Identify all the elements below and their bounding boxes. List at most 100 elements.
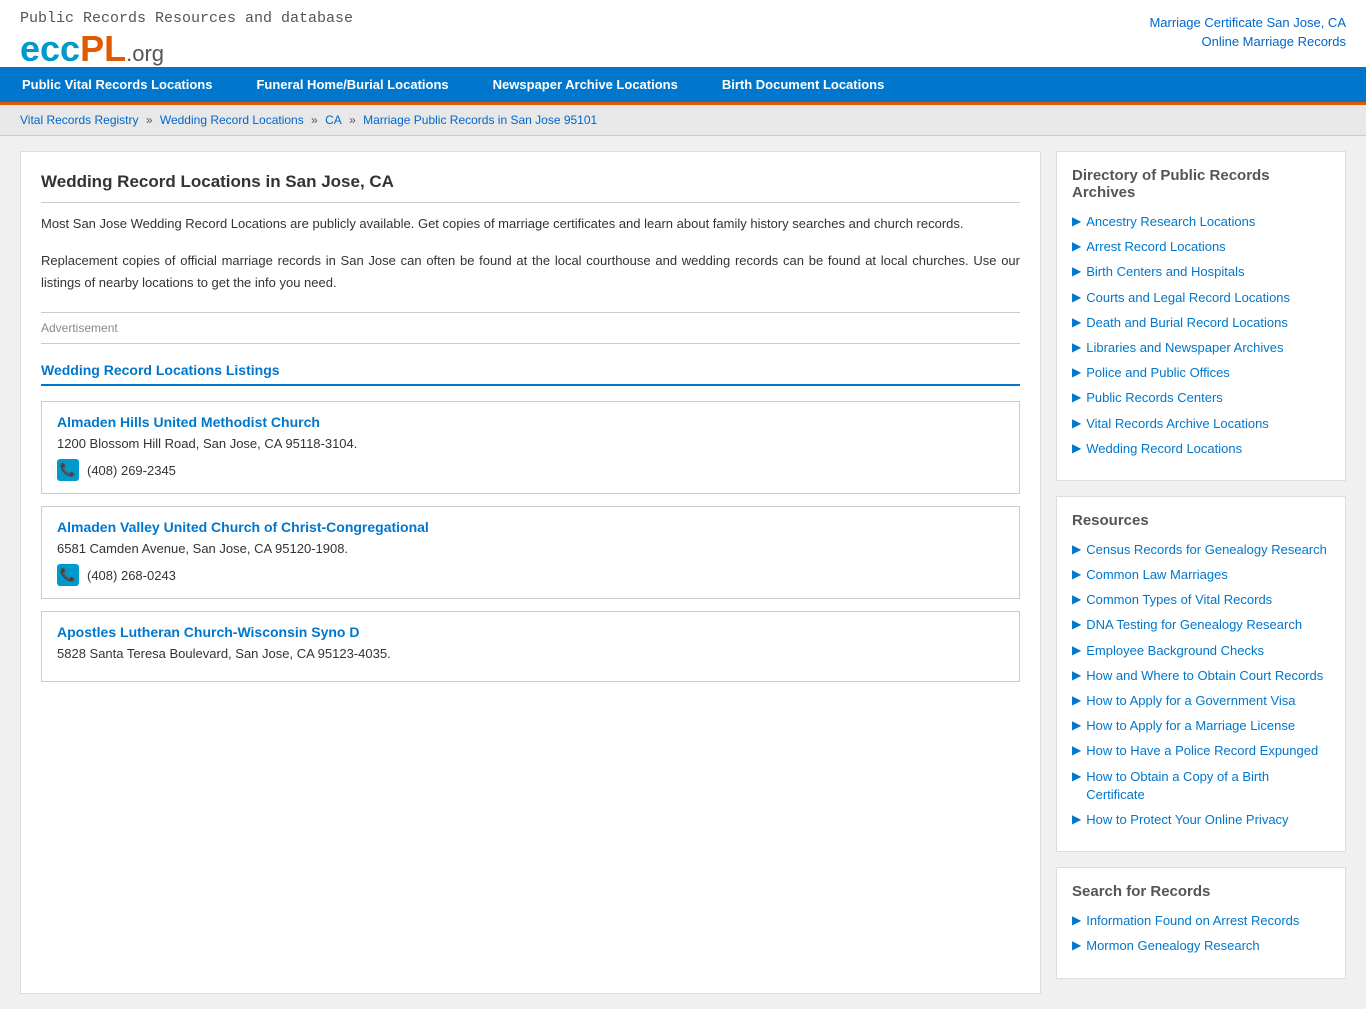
- sidebar-link[interactable]: Common Law Marriages: [1086, 566, 1228, 584]
- sidebar-link[interactable]: How to Obtain a Copy of a Birth Certific…: [1086, 768, 1330, 804]
- listing-phone: 📞 (408) 268-0243: [57, 564, 1004, 586]
- sidebar-directory-links: ▶Ancestry Research Locations▶Arrest Reco…: [1072, 213, 1330, 458]
- arrow-icon: ▶: [1072, 315, 1081, 329]
- sidebar-link-item: ▶ Birth Centers and Hospitals: [1072, 263, 1330, 281]
- sidebar-link[interactable]: How to Apply for a Marriage License: [1086, 717, 1295, 735]
- sidebar-link[interactable]: Public Records Centers: [1086, 389, 1223, 407]
- breadcrumb-separator: »: [346, 113, 359, 127]
- arrow-icon: ▶: [1072, 290, 1081, 304]
- listings-title: Wedding Record Locations Listings: [41, 362, 1020, 386]
- listing-card: Almaden Hills United Methodist Church120…: [41, 401, 1020, 494]
- arrow-icon: ▶: [1072, 567, 1081, 581]
- arrow-icon: ▶: [1072, 239, 1081, 253]
- header-links: Marriage Certificate San Jose, CA Online …: [1149, 10, 1346, 53]
- listing-name[interactable]: Almaden Valley United Church of Christ-C…: [57, 519, 1004, 535]
- arrow-icon: ▶: [1072, 643, 1081, 657]
- logo-ecc: ecc: [20, 28, 80, 69]
- sidebar-resources-box: Resources ▶Census Records for Genealogy …: [1056, 496, 1346, 852]
- sidebar-link[interactable]: Birth Centers and Hospitals: [1086, 263, 1244, 281]
- logo: eccPL.org: [20, 31, 353, 67]
- sidebar-link[interactable]: Census Records for Genealogy Research: [1086, 541, 1327, 559]
- sidebar-link-item: ▶ Wedding Record Locations: [1072, 440, 1330, 458]
- logo-area: Public Records Resources and database ec…: [20, 10, 353, 67]
- listing-name[interactable]: Apostles Lutheran Church-Wisconsin Syno …: [57, 624, 1004, 640]
- sidebar-link-item: ▶ How to Protect Your Online Privacy: [1072, 811, 1330, 829]
- nav-item[interactable]: Newspaper Archive Locations: [471, 67, 700, 102]
- nav-item[interactable]: Birth Document Locations: [700, 67, 907, 102]
- arrow-icon: ▶: [1072, 743, 1081, 757]
- sidebar-link[interactable]: Death and Burial Record Locations: [1086, 314, 1288, 332]
- sidebar-link[interactable]: How and Where to Obtain Court Records: [1086, 667, 1323, 685]
- sidebar-link-item: ▶ Arrest Record Locations: [1072, 238, 1330, 256]
- arrow-icon: ▶: [1072, 416, 1081, 430]
- arrow-icon: ▶: [1072, 769, 1081, 783]
- breadcrumb-item[interactable]: Wedding Record Locations: [160, 113, 304, 127]
- sidebar-link[interactable]: Common Types of Vital Records: [1086, 591, 1272, 609]
- breadcrumb-item[interactable]: Marriage Public Records in San Jose 9510…: [363, 113, 597, 127]
- sidebar-search-box: Search for Records ▶Information Found on…: [1056, 867, 1346, 978]
- phone-icon: 📞: [57, 459, 79, 481]
- sidebar-link[interactable]: Vital Records Archive Locations: [1086, 415, 1269, 433]
- breadcrumb-item[interactable]: CA: [325, 113, 342, 127]
- breadcrumb: Vital Records Registry » Wedding Record …: [0, 105, 1366, 136]
- sidebar-link-item: ▶Ancestry Research Locations: [1072, 213, 1330, 231]
- sidebar-link-item: ▶ Employee Background Checks: [1072, 642, 1330, 660]
- sidebar-link[interactable]: Information Found on Arrest Records: [1086, 912, 1299, 930]
- arrow-icon: ▶: [1072, 718, 1081, 732]
- sidebar-link[interactable]: How to Protect Your Online Privacy: [1086, 811, 1288, 829]
- arrow-icon: ▶: [1072, 913, 1081, 927]
- header-link[interactable]: Online Marriage Records: [1149, 34, 1346, 49]
- sidebar-link[interactable]: Arrest Record Locations: [1086, 238, 1225, 256]
- sidebar-link[interactable]: How to Have a Police Record Expunged: [1086, 742, 1318, 760]
- sidebar-search-links: ▶ Information Found on Arrest Records ▶Mor…: [1072, 912, 1330, 955]
- sidebar-link[interactable]: Mormon Genealogy Research: [1086, 937, 1259, 955]
- arrow-icon: ▶: [1072, 340, 1081, 354]
- phone-number: (408) 268-0243: [87, 568, 176, 583]
- sidebar-link-item: ▶ Courts and Legal Record Locations: [1072, 289, 1330, 307]
- sidebar-link[interactable]: Police and Public Offices: [1086, 364, 1230, 382]
- listing-name[interactable]: Almaden Hills United Methodist Church: [57, 414, 1004, 430]
- sidebar-resources-links: ▶ Census Records for Genealogy Research ▶ C…: [1072, 541, 1330, 829]
- sidebar-link-item: ▶ Common Law Marriages: [1072, 566, 1330, 584]
- sidebar-directory-title: Directory of Public Records Archives: [1072, 167, 1330, 201]
- advertisement-bar: Advertisement: [41, 312, 1020, 344]
- phone-number: (408) 269-2345: [87, 463, 176, 478]
- sidebar-link[interactable]: Employee Background Checks: [1086, 642, 1264, 660]
- sidebar-link[interactable]: How to Apply for a Government Visa: [1086, 692, 1295, 710]
- breadcrumb-separator: »: [308, 113, 321, 127]
- arrow-icon: ▶: [1072, 812, 1081, 826]
- sidebar-link[interactable]: DNA Testing for Genealogy Research: [1086, 616, 1302, 634]
- sidebar-link-item: ▶ Libraries and Newspaper Archives: [1072, 339, 1330, 357]
- sidebar-link[interactable]: Wedding Record Locations: [1086, 440, 1242, 458]
- header-link[interactable]: Marriage Certificate San Jose, CA: [1149, 15, 1346, 30]
- sidebar-link[interactable]: Ancestry Research Locations: [1086, 213, 1255, 231]
- nav-item[interactable]: Public Vital Records Locations: [0, 67, 234, 102]
- nav-item[interactable]: Funeral Home/Burial Locations: [234, 67, 470, 102]
- sidebar-link-item: ▶ How to Obtain a Copy of a Birth Certifi…: [1072, 768, 1330, 804]
- phone-icon: 📞: [57, 564, 79, 586]
- content-desc1: Most San Jose Wedding Record Locations a…: [41, 213, 1020, 235]
- sidebar-link-item: ▶ DNA Testing for Genealogy Research: [1072, 616, 1330, 634]
- tagline: Public Records Resources and database: [20, 10, 353, 27]
- arrow-icon: ▶: [1072, 617, 1081, 631]
- arrow-icon: ▶: [1072, 441, 1081, 455]
- header: Public Records Resources and database ec…: [0, 0, 1366, 67]
- arrow-icon: ▶: [1072, 390, 1081, 404]
- sidebar-link[interactable]: Courts and Legal Record Locations: [1086, 289, 1290, 307]
- arrow-icon: ▶: [1072, 542, 1081, 556]
- main-layout: Wedding Record Locations in San Jose, CA…: [0, 136, 1366, 1009]
- sidebar-link-item: ▶ Public Records Centers: [1072, 389, 1330, 407]
- sidebar-link-item: ▶Mormon Genealogy Research: [1072, 937, 1330, 955]
- breadcrumb-item[interactable]: Vital Records Registry: [20, 113, 139, 127]
- sidebar-link-item: ▶ How to Apply for a Marriage License: [1072, 717, 1330, 735]
- sidebar-link-item: ▶ How to Have a Police Record Expunged: [1072, 742, 1330, 760]
- content-area: Wedding Record Locations in San Jose, CA…: [20, 151, 1041, 994]
- sidebar-link[interactable]: Libraries and Newspaper Archives: [1086, 339, 1283, 357]
- logo-pl: PL: [80, 28, 126, 69]
- sidebar-link-item: ▶ Information Found on Arrest Records: [1072, 912, 1330, 930]
- arrow-icon: ▶: [1072, 264, 1081, 278]
- arrow-icon: ▶: [1072, 668, 1081, 682]
- navbar: Public Vital Records LocationsFuneral Ho…: [0, 67, 1366, 105]
- arrow-icon: ▶: [1072, 592, 1081, 606]
- ad-label: Advertisement: [41, 321, 118, 335]
